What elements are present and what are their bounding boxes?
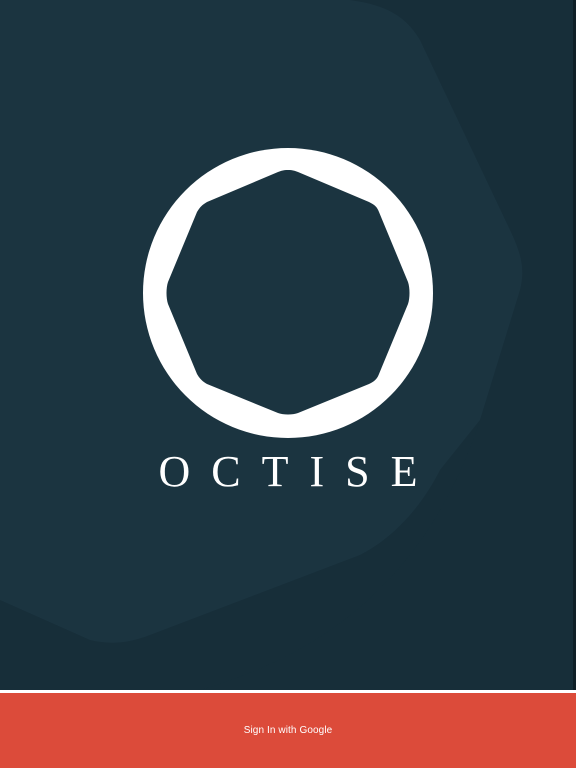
octagon-ring-icon [143,148,433,438]
app-screen: OCTISE Sign In with Google [0,0,576,768]
sign-in-with-google-button[interactable]: Sign In with Google [0,693,576,768]
sign-in-label: Sign In with Google [243,725,333,736]
splash-area: OCTISE [0,0,576,690]
brand-wordmark: OCTISE [158,447,439,496]
